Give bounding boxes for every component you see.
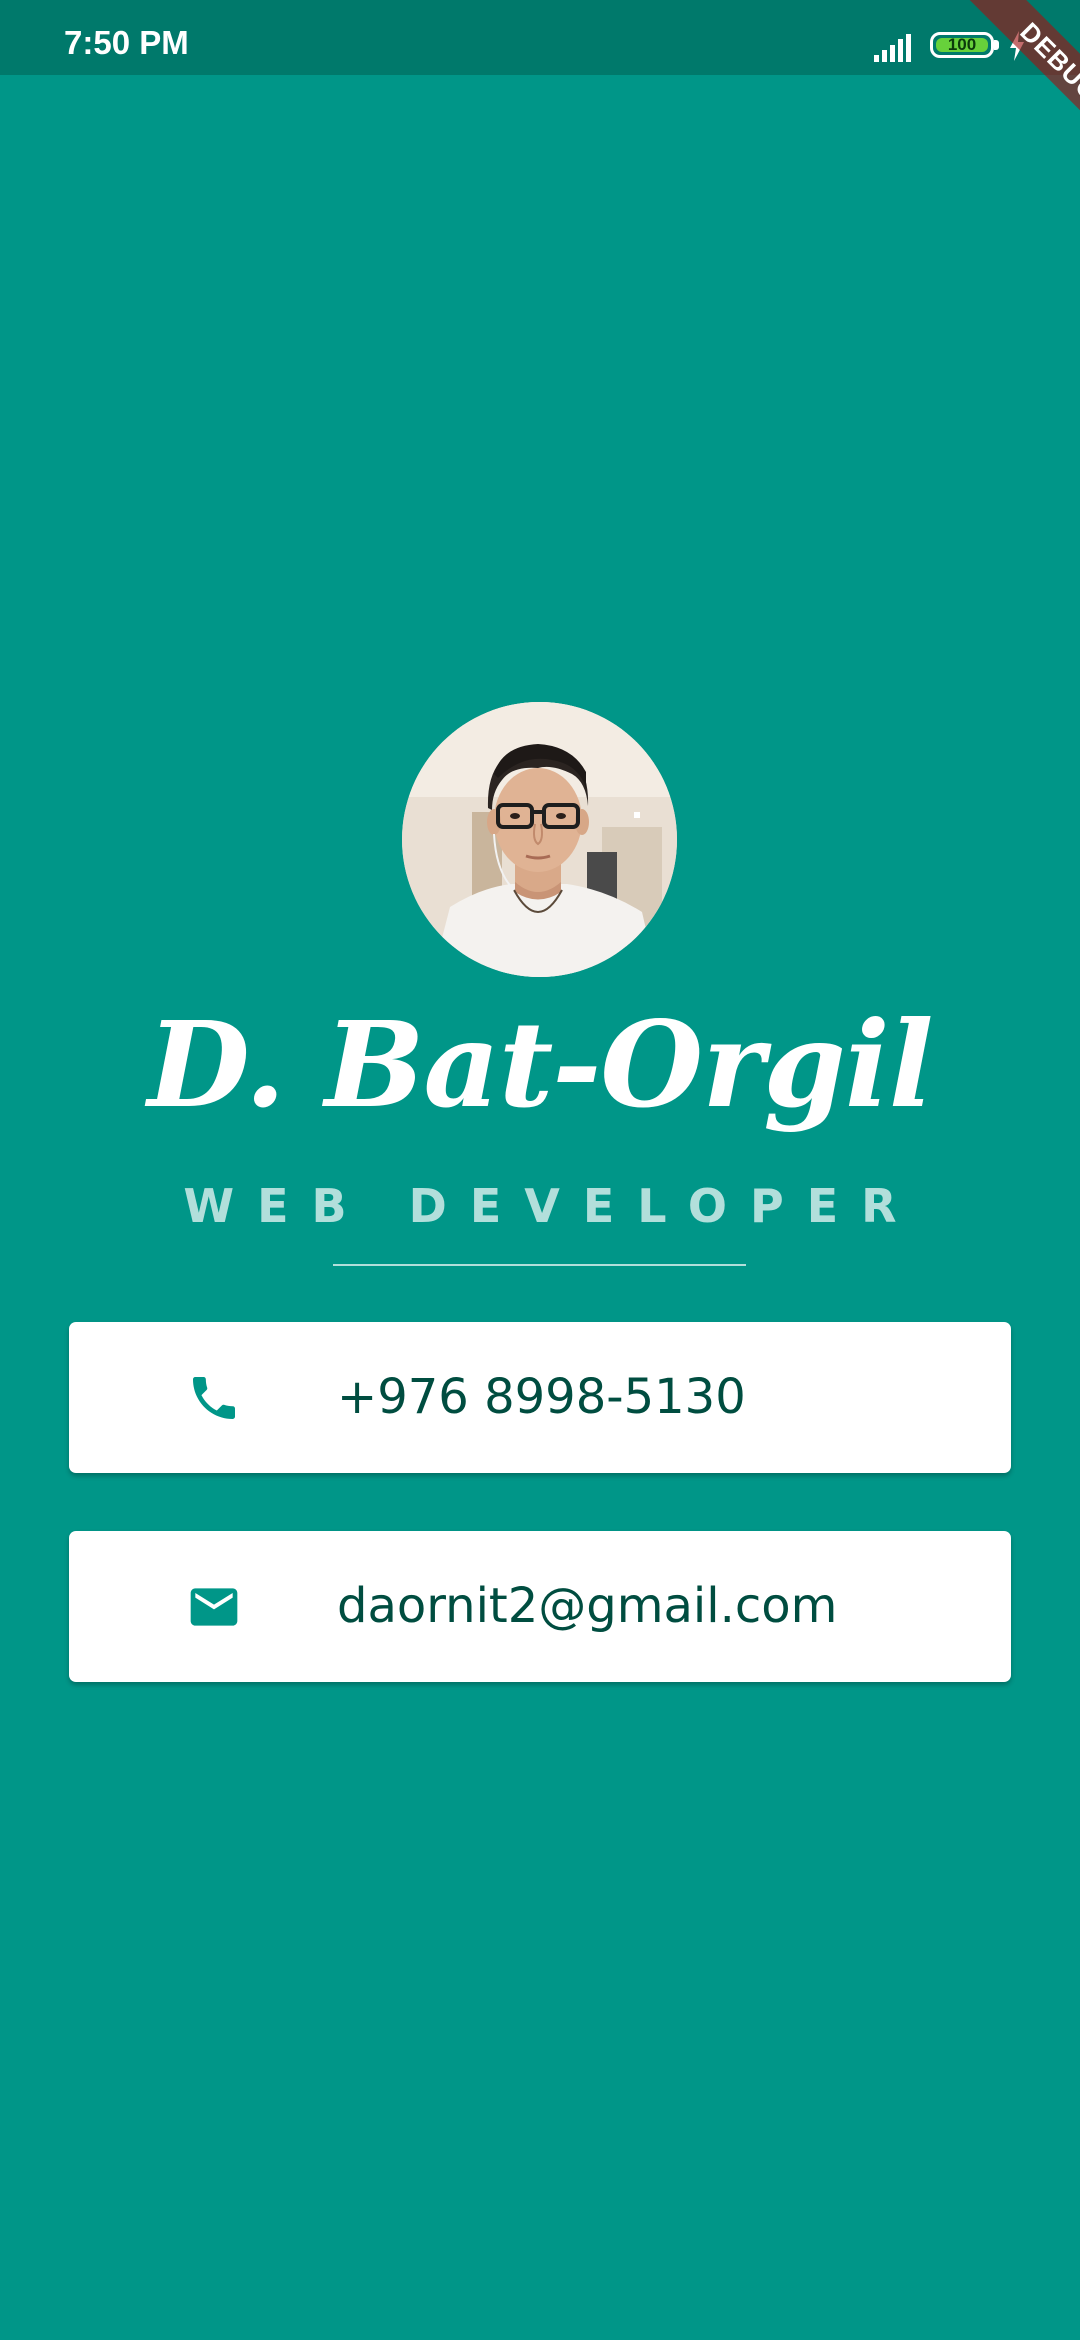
email-icon [190, 1587, 238, 1626]
divider [333, 1264, 746, 1266]
profile-title: WEB DEVELOPER [183, 1179, 920, 1233]
profile-avatar [402, 702, 677, 977]
phone-number: +976 8998-5130 [337, 1369, 746, 1425]
status-bar: 7:50 PM 100 [0, 0, 1080, 75]
signal-icon [874, 34, 911, 62]
status-time: 7:50 PM [64, 24, 189, 61]
battery-level: 100 [936, 36, 988, 53]
profile-name: D. Bat-Orgil [147, 995, 933, 1134]
charge-icon [1010, 31, 1024, 61]
phone-icon [193, 1376, 235, 1419]
battery-icon: 100 [930, 32, 1002, 62]
email-address: daornit2@gmail.com [337, 1578, 838, 1634]
email-card[interactable]: daornit2@gmail.com [69, 1531, 1011, 1682]
profile-photo [402, 702, 677, 977]
phone-card[interactable]: +976 8998-5130 [69, 1322, 1011, 1473]
